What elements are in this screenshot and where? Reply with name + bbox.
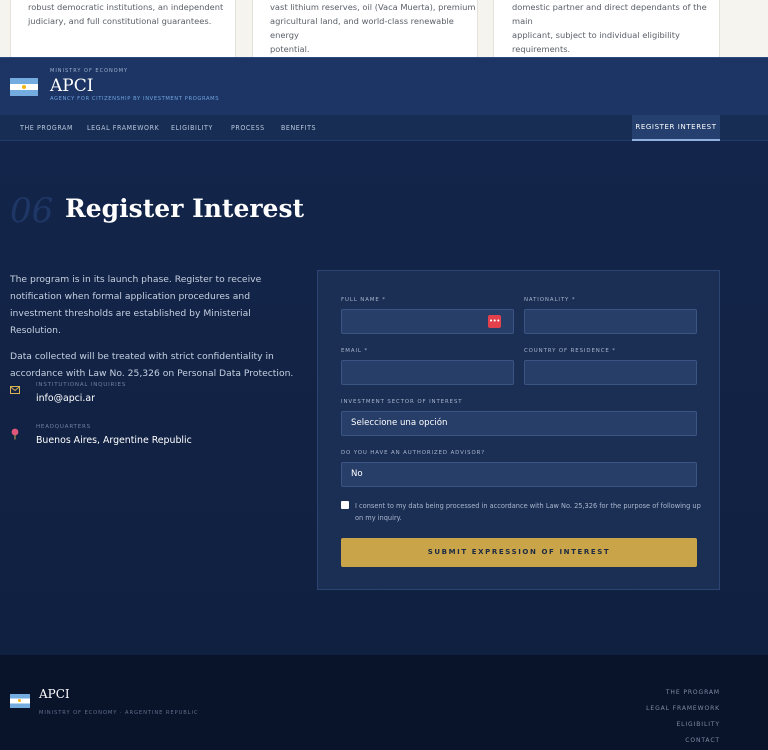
card-text-line: domestic partner and direct dependants o… <box>512 2 707 26</box>
authorized-advisor-select[interactable]: No <box>341 462 697 487</box>
main-nav: THE PROGRAM LEGAL FRAMEWORK ELIGIBILITY … <box>0 115 768 141</box>
footer-link-the-program[interactable]: THE PROGRAM <box>646 685 720 701</box>
card-text-line: applicant, subject to individual eligibi… <box>512 30 680 40</box>
footer-link-eligibility[interactable]: ELIGIBILITY <box>646 717 720 733</box>
intro-text: The program is in its launch phase. Regi… <box>10 271 295 382</box>
country-label: COUNTRY OF RESIDENCE * <box>524 348 616 354</box>
consent-checkbox[interactable] <box>341 501 349 509</box>
nav-item-legal-framework[interactable]: LEGAL FRAMEWORK <box>87 115 159 141</box>
contact-label: INSTITUTIONAL INQUIRIES <box>36 382 127 388</box>
nationality-input[interactable] <box>524 309 697 334</box>
footer-link-contact[interactable]: CONTACT <box>646 733 720 749</box>
footer-subtitle: MINISTRY OF ECONOMY · ARGENTINE REPUBLIC <box>39 710 199 716</box>
email-label: EMAIL * <box>341 348 369 354</box>
submit-expression-of-interest-button[interactable]: SUBMIT EXPRESSION OF INTEREST <box>341 538 697 567</box>
card-text-line: potential. <box>270 44 310 54</box>
advisor-label: DO YOU HAVE AN AUTHORIZED ADVISOR? <box>341 450 486 456</box>
nav-item-eligibility[interactable]: ELIGIBILITY <box>171 115 213 141</box>
site-footer: APCI MINISTRY OF ECONOMY · ARGENTINE REP… <box>0 655 768 750</box>
site-header: MINISTRY OF ECONOMY APCI AGENCY FOR CITI… <box>0 57 768 115</box>
register-interest-nav-button[interactable]: REGISTER INTEREST <box>632 115 720 141</box>
intro-paragraph: The program is in its launch phase. Regi… <box>10 274 262 336</box>
nationality-label: NATIONALITY * <box>524 297 576 303</box>
footer-link-legal-framework[interactable]: LEGAL FRAMEWORK <box>646 701 720 717</box>
nav-item-process[interactable]: PROCESS <box>231 115 265 141</box>
intro-paragraph: Data collected will be treated with stri… <box>10 351 294 379</box>
brand-subtitle: AGENCY FOR CITIZENSHIP BY INVESTMENT PRO… <box>50 96 220 102</box>
full-name-input[interactable]: ••• <box>341 309 514 334</box>
nav-item-the-program[interactable]: THE PROGRAM <box>20 115 73 141</box>
feature-card: domestic partner and direct dependants o… <box>493 0 720 57</box>
contact-email-link[interactable]: info@apci.ar <box>36 393 95 404</box>
brand-ministry: MINISTRY OF ECONOMY <box>50 68 129 74</box>
card-text-line: judiciary, and full constitutional guara… <box>28 16 212 26</box>
feature-cards-strip: robust democratic institutions, an indep… <box>0 0 768 57</box>
argentina-flag-icon <box>10 78 38 96</box>
map-pin-icon <box>10 428 20 440</box>
register-interest-form: FULL NAME * ••• NATIONALITY * EMAIL * CO… <box>317 270 720 590</box>
footer-brand-name: APCI <box>39 687 70 701</box>
footer-links: THE PROGRAM LEGAL FRAMEWORK ELIGIBILITY … <box>646 685 720 749</box>
investment-sector-select[interactable]: Seleccione una opción <box>341 411 697 436</box>
card-text-line: agricultural land, and world-class renew… <box>270 16 454 40</box>
country-of-residence-input[interactable] <box>524 360 697 385</box>
consent-label: I consent to my data being processed in … <box>355 502 701 522</box>
card-text-line: requirements. <box>512 44 571 54</box>
card-text-line: vast lithium reserves, oil (Vaca Muerta)… <box>270 2 476 12</box>
brand-logo-text[interactable]: APCI <box>50 76 93 96</box>
mail-icon <box>10 386 20 396</box>
section-number: 06 <box>10 191 54 231</box>
argentina-flag-icon <box>10 694 30 708</box>
register-section: 06 Register Interest The program is in i… <box>0 141 768 655</box>
contact-address: Buenos Aires, Argentine Republic <box>36 435 192 446</box>
section-title: Register Interest <box>65 194 305 223</box>
nav-item-benefits[interactable]: BENEFITS <box>281 115 316 141</box>
full-name-label: FULL NAME * <box>341 297 386 303</box>
sector-label: INVESTMENT SECTOR OF INTEREST <box>341 399 463 405</box>
contact-label: HEADQUARTERS <box>36 424 91 430</box>
email-input[interactable] <box>341 360 514 385</box>
card-text-line: robust democratic institutions, an indep… <box>28 2 224 12</box>
feature-card: robust democratic institutions, an indep… <box>10 0 236 57</box>
feature-card: vast lithium reserves, oil (Vaca Muerta)… <box>252 0 478 57</box>
password-manager-icon[interactable]: ••• <box>488 315 501 328</box>
